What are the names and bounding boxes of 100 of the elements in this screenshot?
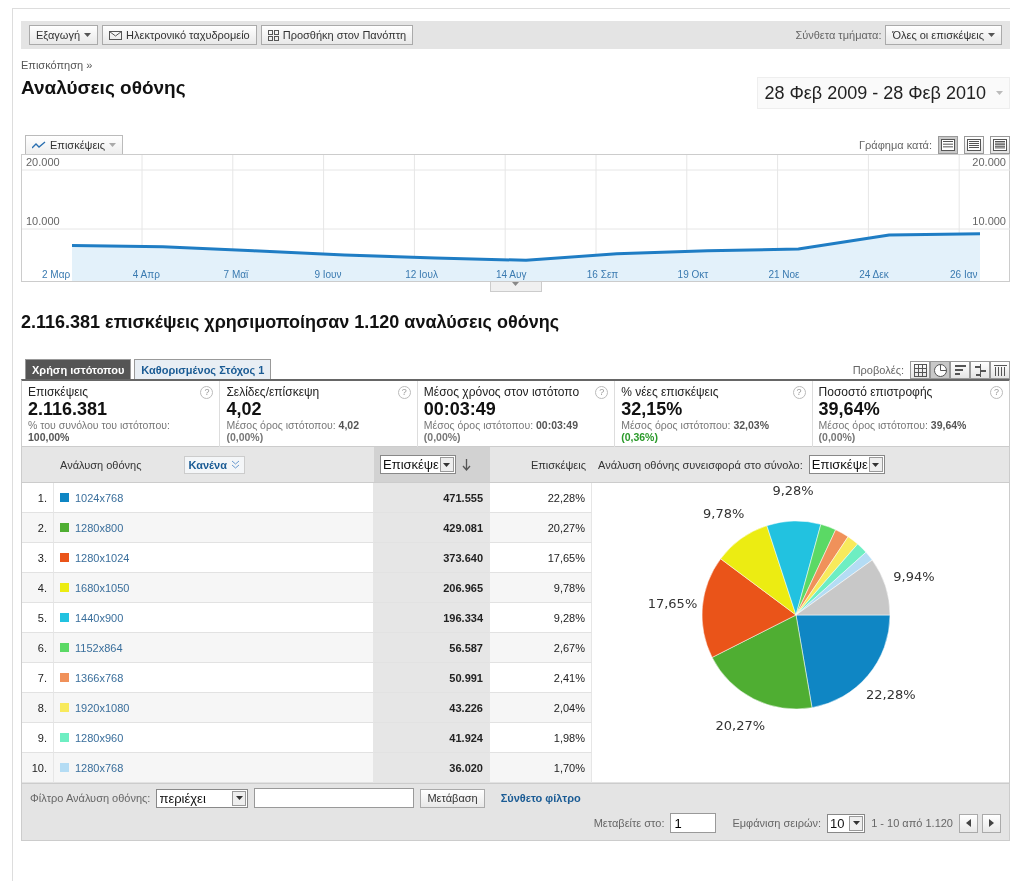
grid-icon [267, 29, 279, 41]
resolution-link[interactable]: 1280x800 [75, 521, 124, 534]
rows-select[interactable]: 10 [827, 813, 866, 833]
metric-change: (0,00%) [423, 431, 462, 443]
caret-icon [443, 462, 451, 467]
chevron-icon [230, 460, 240, 469]
share-cell: 1,70% [490, 753, 592, 783]
goto-label: Μεταβείτε στο: [593, 817, 665, 829]
graph-period-button[interactable] [964, 136, 984, 154]
toolbar-button[interactable]: Εξαγωγή [29, 25, 99, 45]
sort-down-icon[interactable] [461, 458, 471, 471]
resolution-link[interactable]: 1280x960 [75, 731, 124, 744]
axis-label: 20.000 [26, 156, 60, 168]
column-header: Επισκέψεις [530, 458, 586, 471]
secondary-dimension-select[interactable]: Κανένα [183, 455, 245, 474]
axis-label: 10.000 [972, 215, 1006, 227]
visits-cell: 36.020 [374, 753, 490, 783]
column-header: Ανάλυση οθόνης [60, 458, 142, 471]
go-button[interactable]: Μετάβαση [420, 788, 485, 808]
metric-average: % του συνόλου του ιστότοπου: 100,00% [28, 419, 171, 443]
view-button[interactable] [930, 361, 950, 379]
axis-label: 4 Απρ [132, 269, 160, 280]
slice-label: 9,28% [771, 483, 814, 499]
caret-icon [996, 91, 1003, 95]
resolution-link[interactable]: 1366x768 [75, 671, 124, 684]
resolution-link[interactable]: 1440x900 [75, 611, 124, 624]
summary-heading: 2.116.381 επισκέψεις χρησιμοποίησαν 1.120 αναλύσεις οθόνης [21, 312, 561, 333]
page-range: 1 - 10 από 1.120 [871, 817, 953, 829]
goto-input[interactable]: 1 [670, 813, 717, 833]
row-number: 4. [22, 573, 54, 603]
graph-period-icon [967, 139, 981, 151]
view-button[interactable] [970, 361, 990, 379]
metric-value: 32,15% [621, 399, 684, 419]
filter-operator-select[interactable]: περιέχει [156, 788, 249, 808]
visits-cell: 196.334 [374, 603, 490, 633]
resolution-link[interactable]: 1680x1050 [75, 581, 130, 594]
breadcrumb-link[interactable]: Επισκόπηση » [21, 59, 1010, 71]
resolution-link[interactable]: 1152x864 [75, 641, 123, 654]
view-button[interactable] [950, 361, 970, 379]
axis-label: 24 Δεκ [859, 269, 889, 280]
views-label: Προβολές: [852, 364, 904, 376]
axis-label: 10.000 [26, 215, 60, 227]
resolution-link[interactable]: 1280x768 [75, 761, 124, 774]
contribution-metric-select[interactable]: Επισκέψε [808, 455, 885, 474]
metric-value: 39,64% [818, 399, 881, 419]
slice-label: 9,94% [892, 568, 935, 584]
next-page-button[interactable] [982, 813, 1001, 833]
previous-page-button[interactable] [959, 813, 978, 833]
row-number: 2. [22, 513, 54, 543]
slice-label: 20,27% [715, 717, 765, 733]
resolution-link[interactable]: 1920x1080 [75, 701, 130, 714]
metric-average: Μέσος όρος ιστότοπου: 4,02 [226, 419, 361, 431]
caret-icon [988, 33, 995, 37]
view-button[interactable] [910, 361, 930, 379]
axis-label: 14 Αυγ [496, 269, 527, 280]
visits-cell: 429.081 [374, 513, 490, 543]
share-cell: 2,41% [490, 663, 592, 693]
share-cell: 20,27% [490, 513, 592, 543]
metric-change: (0,00%) [226, 431, 265, 443]
share-cell: 9,78% [490, 573, 592, 603]
resize-handle[interactable] [489, 282, 542, 292]
caret-icon [852, 821, 860, 825]
caret-icon [84, 33, 92, 37]
toolbar-button[interactable]: Ηλεκτρονικό ταχυδρομείο [102, 25, 257, 45]
metric-value: 2.116.381 [28, 399, 109, 419]
tab[interactable]: Καθορισμένος Στόχος 1 [134, 359, 272, 379]
metric-average: Μέσος όρος ιστότοπου: 32,03% [621, 419, 771, 431]
caret-icon [872, 462, 880, 467]
metric-value: 4,02 [226, 399, 263, 419]
filter-label: Φίλτρο Ανάλυση οθόνης: [30, 792, 151, 804]
filter-input[interactable] [254, 788, 415, 808]
graph-by-label: Γράφημα κατά: [859, 139, 932, 151]
sort-metric-select[interactable]: Επισκέψε [380, 455, 456, 474]
row-number: 6. [22, 633, 54, 663]
metric-label: Επισκέψεις [28, 385, 89, 399]
toolbar-button[interactable]: Προσθήκη στον Πανόπτη [260, 25, 414, 45]
date-range-picker[interactable]: 28 Φεβ 2009 - 28 Φεβ 2010 [757, 77, 1010, 109]
row-number: 8. [22, 693, 54, 723]
segments-label: Σύνθετα τμήματα: [795, 29, 882, 41]
axis-label: 21 Νοε [768, 269, 800, 280]
axis-label: 7 Μαϊ [223, 269, 249, 280]
visits-cell: 43.226 [374, 693, 490, 723]
slice-label: 17,65% [647, 596, 697, 612]
graph-period-button[interactable] [990, 136, 1010, 154]
tab[interactable]: Χρήση ιστότοπου [25, 359, 132, 379]
table-icon [913, 363, 927, 377]
row-number: 3. [22, 543, 54, 573]
axis-label: 20.000 [972, 156, 1006, 168]
view-button[interactable] [990, 361, 1010, 379]
graph-period-button[interactable] [938, 136, 958, 154]
axis-label: 26 Ιαν [950, 269, 978, 280]
resolution-link[interactable]: 1024x768 [75, 491, 124, 504]
segments-dropdown[interactable]: Όλες οι επισκέψεις [885, 25, 1002, 45]
resolution-link[interactable]: 1280x1024 [75, 551, 130, 564]
metric-selector[interactable]: Επισκέψεις [25, 135, 124, 154]
share-cell: 17,65% [490, 543, 592, 573]
visits-cell: 373.640 [374, 543, 490, 573]
axis-label: 12 Ιουλ [405, 269, 438, 280]
advanced-filter-link[interactable]: Σύνθετο φίλτρο [500, 792, 581, 804]
metric-change: (0,00%) [818, 431, 857, 443]
